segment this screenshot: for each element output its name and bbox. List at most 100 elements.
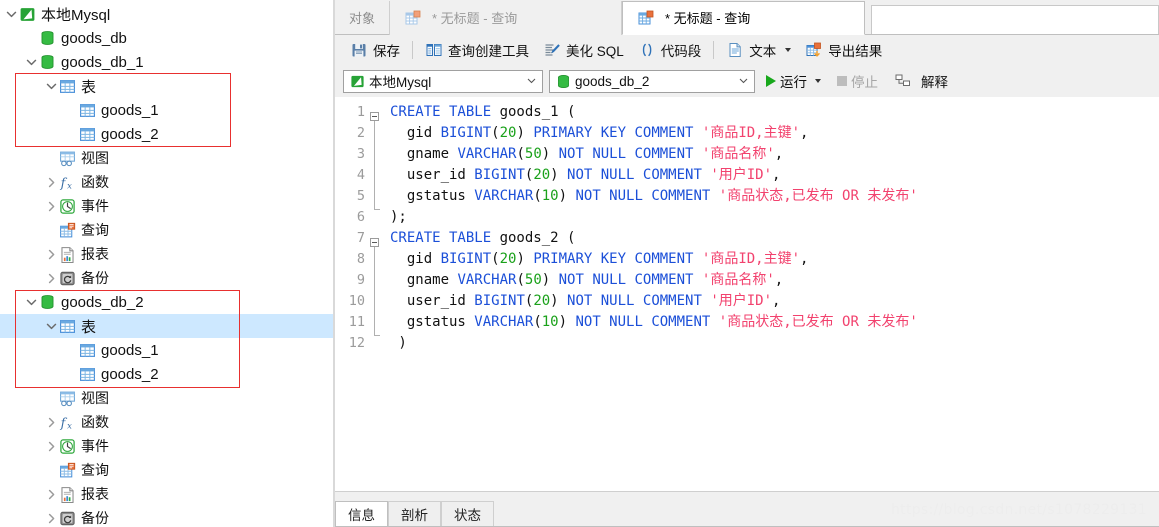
sidebar-item-label: 备份 [81,510,109,526]
twisty-collapsed-icon[interactable] [44,434,58,458]
twisty-placeholder [44,146,58,170]
twisty-collapsed-icon[interactable] [44,482,58,506]
fold-marker-line1[interactable] [370,112,379,121]
line-number: 3 [356,146,365,162]
sidebar-item-label: 备份 [81,270,109,286]
table-icon [78,101,96,119]
code-fold-column[interactable] [368,102,388,354]
tab-untitled-query-1[interactable]: * 无标题 - 查询 [390,1,623,35]
twisty-expanded-icon[interactable] [24,50,38,74]
text-label: 文本 [749,44,777,59]
sidebar-item-conn-local-mysql[interactable]: 本地Mysql [0,2,334,26]
text-button[interactable]: 文本 [719,37,798,63]
sidebar-item-db2-backups[interactable]: 备份 [0,506,334,527]
sidebar-item-db1-table-goods-2[interactable]: goods_2 [0,122,334,146]
fold-marker-line7[interactable] [370,238,379,247]
sidebar-item-db2-table-goods-1[interactable]: goods_1 [0,338,334,362]
query-toolbar[interactable]: 保存 查询创建工具 美化 SQL 代码段 文本 导出结果 [335,35,1159,65]
database-tree[interactable]: 本地Mysql goods_db goods_db_1 表 goods_1 go… [0,0,334,527]
sidebar-item-db1-reports[interactable]: 报表 [0,242,334,266]
twisty-collapsed-icon[interactable] [44,170,58,194]
sidebar-item-label: 函数 [81,414,109,430]
function-icon: fx [58,413,76,431]
tab-untitled-query-2[interactable]: * 无标题 - 查询 [622,1,866,35]
twisty-collapsed-icon[interactable] [44,194,58,218]
chevron-down-icon[interactable] [815,79,821,83]
backup-icon [58,509,76,527]
sidebar-item-db2-views[interactable]: 视图 [0,386,334,410]
run-button[interactable]: 运行 [761,71,826,91]
run-label: 运行 [780,75,807,90]
sidebar-item-label: 表 [81,318,97,336]
result-tab-2[interactable]: 状态 [441,501,494,527]
sidebar-item-db2-table-goods-2[interactable]: goods_2 [0,362,334,386]
sidebar-item-label: 事件 [81,198,109,214]
code-line: CREATE TABLE goods_1 ( [390,104,576,120]
sidebar-item-db2-events[interactable]: 事件 [0,434,334,458]
code-snippet-button[interactable]: 代码段 [631,37,709,63]
connection-select[interactable]: 本地Mysql [343,69,543,93]
sidebar-item-db2-tables[interactable]: 表 [0,314,334,338]
save-button[interactable]: 保存 [343,37,407,63]
sidebar-item-label: goods_1 [101,101,159,119]
database-select[interactable]: goods_db_2 [549,69,755,93]
sidebar-item-db1-backups[interactable]: 备份 [0,266,334,290]
stop-icon [837,76,847,86]
editor-tab-strip[interactable]: 对象 * 无标题 - 查询 * 无标题 - 查询 [335,0,1159,35]
code-line: gname VARCHAR(50) NOT NULL COMMENT '商品名称… [390,272,784,288]
sidebar-item-db2-functions[interactable]: f x 函数 [0,410,334,434]
table-folder-icon [58,77,76,95]
event-clock-icon [58,437,76,455]
backup-icon [58,269,76,287]
line-number: 11 [348,314,365,330]
twisty-collapsed-icon[interactable] [44,266,58,290]
result-tab-bar[interactable]: 信息 剖析 状态 https://blog.csdn.net/s1078229131 [335,491,1159,527]
table-folder-icon [58,317,76,335]
chevron-down-icon[interactable] [523,78,539,84]
chevron-down-icon[interactable] [785,48,792,52]
sidebar-item-db1-table-goods-1[interactable]: goods_1 [0,98,334,122]
sidebar-item-label: 表 [81,78,97,96]
sidebar-item-db1-functions[interactable]: f x 函数 [0,170,334,194]
sidebar-item-db1-queries[interactable]: 查询 [0,218,334,242]
sidebar-item-db-goods-db-2[interactable]: goods_db_2 [0,290,334,314]
twisty-expanded-icon[interactable] [44,74,58,98]
export-result-button[interactable]: 导出结果 [798,37,889,63]
sidebar-item-db-goods-db-1[interactable]: goods_db_1 [0,50,334,74]
sql-code-text[interactable]: CREATE TABLE goods_1 ( gid BIGINT(20) PR… [388,102,1159,354]
chevron-down-icon[interactable] [735,78,751,84]
twisty-placeholder [44,218,58,242]
code-line: gname VARCHAR(50) NOT NULL COMMENT '商品名称… [390,146,784,162]
beautify-sql-button[interactable]: 美化 SQL [536,37,631,63]
object-tree-sidebar[interactable]: 本地Mysql goods_db goods_db_1 表 goods_1 go… [0,0,335,527]
line-number: 5 [356,188,365,204]
sidebar-item-db2-reports[interactable]: 报表 [0,482,334,506]
sidebar-item-db1-tables[interactable]: 表 [0,74,334,98]
result-tab-0[interactable]: 信息 [335,501,388,527]
sidebar-item-db1-events[interactable]: 事件 [0,194,334,218]
code-line: gid BIGINT(20) PRIMARY KEY COMMENT '商品ID… [390,251,809,267]
explain-label: 解释 [921,75,948,90]
result-tab-1[interactable]: 剖析 [388,501,441,527]
twisty-expanded-icon[interactable] [4,2,18,26]
query-tab-icon [637,9,655,27]
report-icon [58,245,76,263]
twisty-collapsed-icon[interactable] [44,410,58,434]
query-builder-button[interactable]: 查询创建工具 [418,37,536,63]
sql-editor[interactable]: 1 2 3 4 5 6 7 8 9 10 11 12 CREATE TABLE goods_1 ( g… [335,97,1159,491]
tab-objects[interactable]: 对象 [335,1,391,35]
sidebar-item-db1-views[interactable]: 视图 [0,146,334,170]
sidebar-item-db-goods-db[interactable]: goods_db [0,26,334,50]
connection-bar[interactable]: 本地Mysql goods_db_2 运行 停止 解释 [335,65,1159,97]
explain-button[interactable]: 解释 [889,71,953,91]
twisty-placeholder [64,362,78,386]
code-line: ); [390,209,407,225]
sidebar-item-db2-queries[interactable]: 查询 [0,458,334,482]
twisty-collapsed-icon[interactable] [44,242,58,266]
twisty-collapsed-icon[interactable] [44,506,58,527]
twisty-expanded-icon[interactable] [44,314,58,338]
stop-button[interactable]: 停止 [832,71,883,91]
sidebar-item-label: goods_db_1 [61,53,144,71]
stop-label: 停止 [851,75,878,90]
twisty-expanded-icon[interactable] [24,290,38,314]
